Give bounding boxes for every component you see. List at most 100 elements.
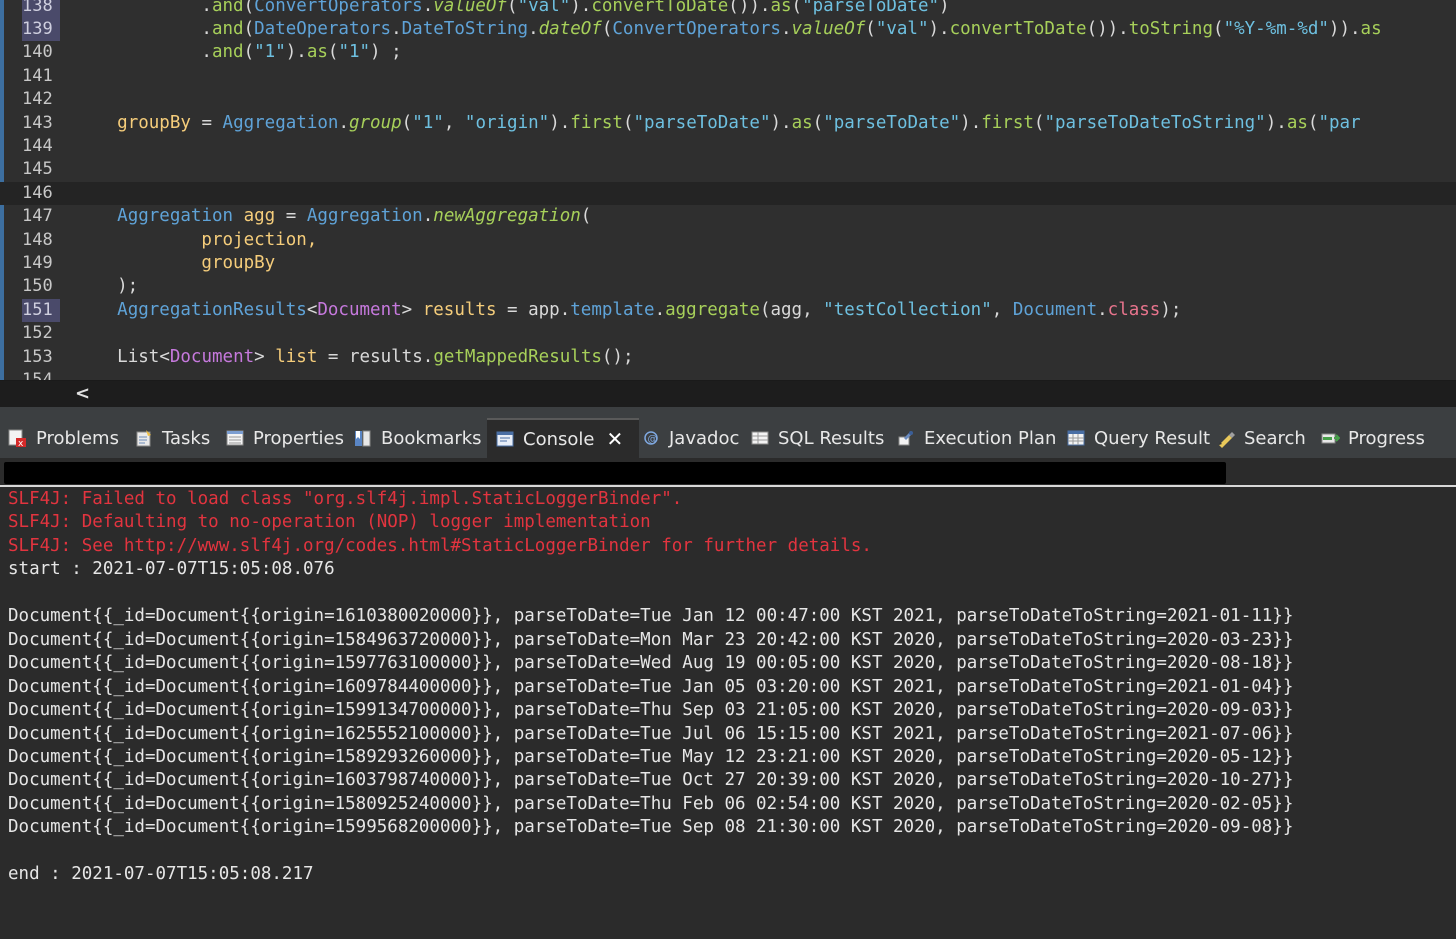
line-number: 143 [22, 112, 53, 133]
line-number: 150 [22, 276, 53, 297]
code-token: convertToDate [949, 18, 1087, 39]
console-line: Document{{_id=Document{{origin=158496372… [8, 629, 1294, 650]
code-line[interactable]: 145 [0, 158, 1456, 181]
code-token: and [211, 0, 244, 16]
code-token: template [570, 299, 655, 320]
console-output[interactable]: SLF4J: Failed to load class "org.slf4j.i… [0, 488, 1456, 939]
code-token: "testCollection" [823, 299, 992, 320]
tab-javadoc[interactable]: @ Javadoc [641, 418, 739, 458]
tab-bookmarks[interactable]: Bookmarks [353, 418, 482, 458]
code-line[interactable]: 146 [0, 181, 1456, 206]
code-line[interactable]: 144 [0, 135, 1456, 158]
tab-execution-plan[interactable]: Execution Plan [896, 418, 1056, 458]
console-description-bar [4, 462, 1226, 484]
tab-query-result[interactable]: Query Result [1066, 418, 1210, 458]
code-token: valueOf [791, 18, 866, 39]
code-line[interactable]: 141 [0, 65, 1456, 88]
tab-properties[interactable]: Properties [225, 418, 344, 458]
code-token: ConvertOperators [612, 18, 781, 39]
tab-label: Console [523, 428, 595, 450]
code-token: > [254, 346, 276, 367]
code-token: groupBy [117, 112, 191, 133]
code-token: ). [928, 18, 950, 39]
code-line[interactable]: 152 [0, 322, 1456, 345]
code-token: . [1097, 299, 1108, 320]
horizontal-scrollbar[interactable]: < [0, 380, 1456, 408]
code-token: (agg, [759, 299, 824, 320]
execution-plan-icon [896, 428, 916, 448]
code-token: agg [243, 206, 276, 227]
code-line[interactable]: 143 groupBy = Aggregation.group("1", "or… [0, 112, 1456, 135]
code-token: dateOf [538, 18, 602, 39]
code-line[interactable]: 151 AggregationResults<Document> results… [0, 298, 1456, 323]
code-token: , [443, 112, 465, 133]
tab-search[interactable]: Search [1216, 418, 1306, 458]
code-token: "val" [517, 0, 571, 16]
console-line: Document{{_id=Document{{origin=159956820… [8, 817, 1294, 838]
code-token: ); [1160, 299, 1182, 320]
code-token: ()). [728, 0, 771, 16]
console-line: Document{{_id=Document{{origin=162555210… [8, 723, 1294, 744]
code-line[interactable]: 148 projection, [0, 229, 1456, 252]
line-number: 140 [22, 42, 53, 63]
code-token: ). [570, 0, 592, 16]
tab-progress[interactable]: Progress [1320, 418, 1425, 458]
code-token: . [422, 346, 434, 367]
code-token: Aggregation [222, 112, 339, 133]
code-token: Document [317, 299, 402, 320]
code-line[interactable]: 139 .and(DateOperators.DateToString.date… [0, 17, 1456, 42]
code-token: first [570, 112, 623, 133]
code-line[interactable]: 147 Aggregation agg = Aggregation.newAgg… [0, 205, 1456, 228]
line-number: 139 [22, 17, 60, 42]
console-line: start : 2021-07-07T15:05:08.076 [8, 559, 335, 580]
code-token: ( [243, 18, 255, 39]
tab-problems[interactable]: x Problems [8, 418, 119, 458]
tab-tasks[interactable]: Tasks [134, 418, 210, 458]
code-token: ). [960, 112, 982, 133]
code-line[interactable]: 154 [0, 369, 1456, 380]
code-token: ( [1307, 112, 1319, 133]
code-line[interactable]: 150 ); [0, 275, 1456, 298]
code-token: AggregationResults [117, 299, 307, 320]
code-token: convertToDate [591, 0, 729, 16]
code-token: < [306, 299, 318, 320]
line-number: 151 [22, 298, 60, 323]
progress-icon [1320, 428, 1341, 448]
code-token: "origin" [464, 112, 550, 133]
code-line[interactable]: 140 .and("1").as("1") ; [0, 41, 1456, 64]
code-token: list [275, 346, 318, 367]
code-token: aggregate [665, 299, 760, 320]
code-token: and [211, 42, 244, 63]
code-token: as [791, 112, 813, 133]
code-token: . [422, 206, 434, 227]
code-line[interactable]: 142 [0, 88, 1456, 111]
code-token: ). [770, 112, 792, 133]
code-line[interactable]: 138 .and(ConvertOperators.valueOf("val")… [0, 0, 1456, 18]
code-token: ( [243, 42, 255, 63]
tab-sql-results[interactable]: SQL Results [750, 418, 884, 458]
line-number: 138 [22, 0, 60, 18]
code-token: groupBy [75, 252, 276, 273]
code-token: class [1107, 299, 1161, 320]
code-line[interactable]: 149 groupBy [0, 252, 1456, 275]
close-icon[interactable]: ✕ [606, 427, 623, 451]
console-line: end : 2021-07-07T15:05:08.217 [8, 864, 314, 885]
code-token: < [159, 346, 170, 367]
code-token: . [75, 42, 212, 63]
tab-console[interactable]: Console ✕ [487, 418, 639, 458]
code-token: "par [1318, 112, 1361, 133]
code-token: . [654, 299, 666, 320]
code-line[interactable]: 153 List<Document> list = results.getMap… [0, 346, 1456, 369]
svg-text:x: x [18, 439, 24, 448]
scroll-left-icon[interactable]: < [75, 383, 90, 404]
code-token: results [422, 299, 497, 320]
code-token: results [349, 346, 423, 367]
view-divider [0, 407, 1456, 418]
code-token: as [1360, 18, 1382, 39]
code-editor[interactable]: 138 .and(ConvertOperators.valueOf("val")… [0, 0, 1456, 380]
code-token: , [991, 299, 1013, 320]
console-error-line: SLF4J: See http://www.slf4j.org/codes.ht… [8, 535, 872, 556]
